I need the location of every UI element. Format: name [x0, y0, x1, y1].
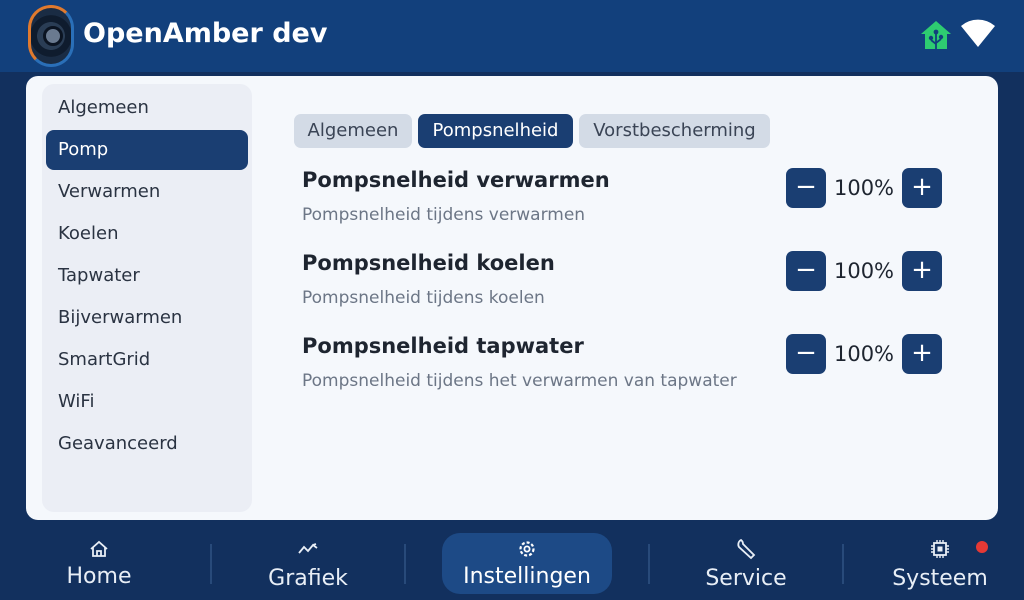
system-alert-badge — [976, 541, 988, 553]
tab-pompsnelheid[interactable]: Pompsnelheid — [418, 114, 573, 148]
nav-instellingen[interactable]: Instellingen — [442, 520, 612, 600]
sidebar-item-smartgrid[interactable]: SmartGrid — [46, 340, 248, 380]
app-logo — [28, 5, 74, 67]
setting-title-tapwater: Pompsnelheid tapwater — [302, 334, 584, 358]
setting-desc-verwarmen: Pompsnelheid tijdens verwarmen — [302, 205, 586, 225]
main-panel: Algemeen Pomp Verwarmen Koelen Tapwater … — [26, 76, 998, 520]
value-koelen: 100% — [833, 259, 895, 283]
gear-icon — [519, 541, 535, 557]
nav-divider — [404, 544, 406, 584]
app-header: OpenAmber dev — [0, 0, 1024, 72]
sidebar-item-wifi[interactable]: WiFi — [46, 382, 248, 422]
tab-vorstbescherming[interactable]: Vorstbescherming — [579, 114, 770, 148]
decrease-koelen-button[interactable]: − — [786, 251, 826, 291]
logo-fan-icon — [43, 26, 63, 46]
nav-home-label: Home — [66, 564, 132, 589]
setting-title-verwarmen: Pompsnelheid verwarmen — [302, 168, 610, 192]
setting-desc-tapwater: Pompsnelheid tijdens het verwarmen van t… — [302, 371, 737, 391]
nav-instellingen-label: Instellingen — [463, 564, 591, 589]
sidebar-item-pomp[interactable]: Pomp — [46, 130, 248, 170]
decrease-verwarmen-button[interactable]: − — [786, 168, 826, 208]
increase-verwarmen-button[interactable]: + — [902, 168, 942, 208]
increase-koelen-button[interactable]: + — [902, 251, 942, 291]
app-title: OpenAmber dev — [83, 18, 328, 49]
chart-icon — [298, 543, 318, 554]
sidebar-item-algemeen[interactable]: Algemeen — [46, 88, 248, 128]
tab-algemeen[interactable]: Algemeen — [294, 114, 412, 148]
nav-service-label: Service — [705, 566, 787, 591]
sidebar-item-verwarmen[interactable]: Verwarmen — [46, 172, 248, 212]
nav-divider — [648, 544, 650, 584]
nav-systeem-label: Systeem — [892, 566, 988, 591]
sidebar-item-tapwater[interactable]: Tapwater — [46, 256, 248, 296]
value-tapwater: 100% — [833, 342, 895, 366]
nav-service[interactable]: Service — [661, 520, 831, 600]
bottom-navbar: Home Grafiek Instellingen Service Systee… — [0, 520, 1024, 600]
home-assistant-icon — [921, 21, 951, 49]
setting-desc-koelen: Pompsnelheid tijdens koelen — [302, 288, 545, 308]
sidebar-item-geavanceerd[interactable]: Geavanceerd — [46, 424, 248, 464]
decrease-tapwater-button[interactable]: − — [786, 334, 826, 374]
sidebar-item-bijverwarmen[interactable]: Bijverwarmen — [46, 298, 248, 338]
wifi-icon — [961, 19, 995, 47]
value-verwarmen: 100% — [833, 176, 895, 200]
nav-divider — [210, 544, 212, 584]
increase-tapwater-button[interactable]: + — [902, 334, 942, 374]
chip-icon — [931, 540, 949, 558]
nav-systeem[interactable]: Systeem — [855, 520, 1024, 600]
setting-title-koelen: Pompsnelheid koelen — [302, 251, 555, 275]
settings-sidebar: Algemeen Pomp Verwarmen Koelen Tapwater … — [42, 84, 252, 512]
nav-grafiek-label: Grafiek — [268, 566, 348, 591]
wrench-icon — [737, 538, 756, 560]
nav-home[interactable]: Home — [14, 520, 184, 600]
nav-grafiek[interactable]: Grafiek — [223, 520, 393, 600]
nav-divider — [842, 544, 844, 584]
sidebar-item-koelen[interactable]: Koelen — [46, 214, 248, 254]
home-icon — [90, 540, 108, 557]
